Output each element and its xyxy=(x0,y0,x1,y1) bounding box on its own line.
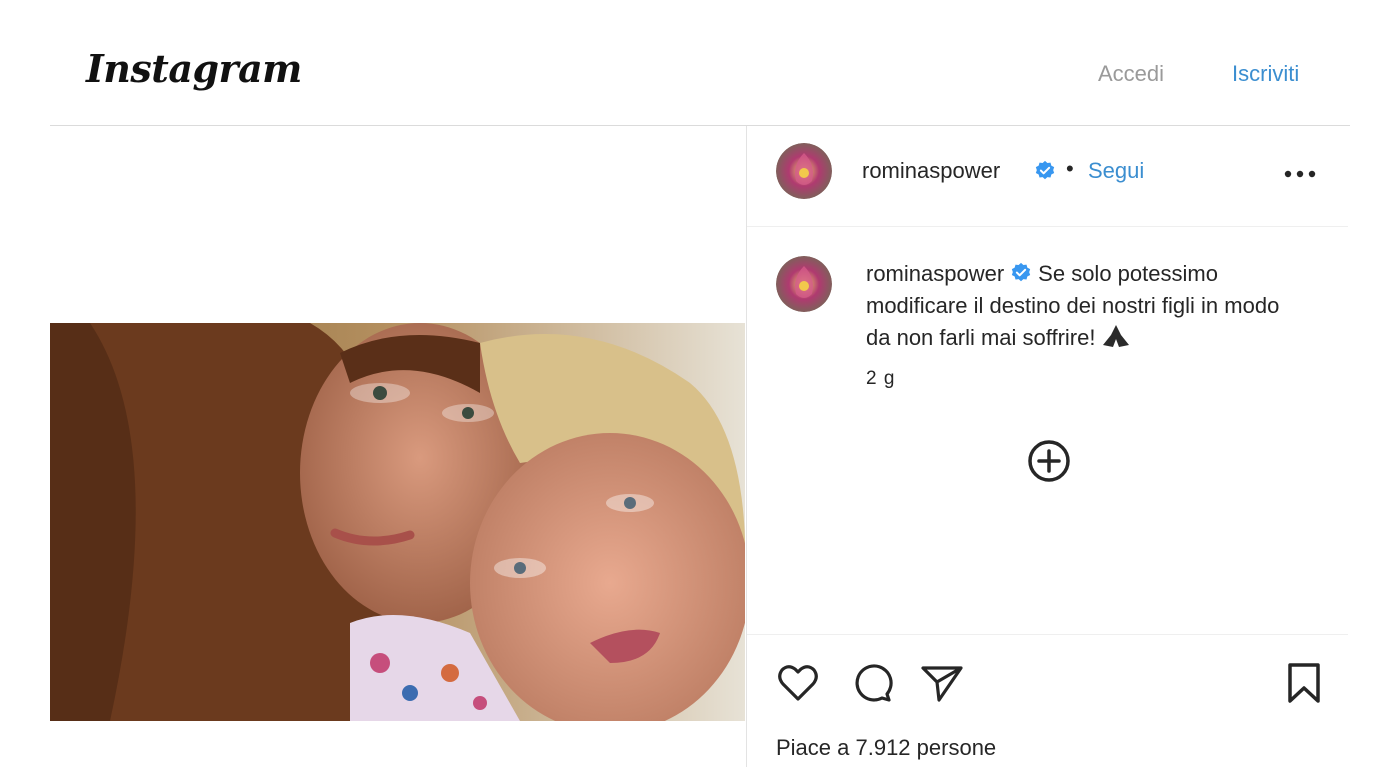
comment-icon[interactable] xyxy=(849,660,895,706)
caption-username[interactable]: rominaspower xyxy=(866,261,1004,286)
more-options-icon[interactable] xyxy=(1284,170,1316,178)
post-header-divider xyxy=(747,226,1348,227)
share-icon[interactable] xyxy=(919,660,965,706)
panel-divider xyxy=(746,126,747,767)
verified-badge-icon xyxy=(1035,160,1055,180)
header-divider xyxy=(50,125,1350,126)
praying-hands-emoji-icon xyxy=(1103,325,1130,347)
likes-count[interactable]: Piace a 7.912 persone xyxy=(776,735,996,761)
login-link[interactable]: Accedi xyxy=(1098,61,1164,87)
actions-divider xyxy=(747,634,1348,635)
post-image[interactable] xyxy=(50,323,745,721)
instagram-logo[interactable]: Instagram xyxy=(86,46,302,91)
profile-avatar[interactable] xyxy=(776,143,832,199)
follow-button[interactable]: Segui xyxy=(1088,158,1144,184)
heart-icon[interactable] xyxy=(775,660,821,706)
separator-dot: • xyxy=(1066,156,1074,181)
post-caption: rominaspower Se solo potessimo modificar… xyxy=(866,258,1306,354)
bookmark-icon[interactable] xyxy=(1281,660,1327,706)
plus-circle-icon[interactable] xyxy=(1026,438,1072,484)
verified-badge-icon xyxy=(1012,262,1031,282)
caption-avatar[interactable] xyxy=(776,256,832,312)
signup-link[interactable]: Iscriviti xyxy=(1232,61,1299,87)
post-age: 2 g xyxy=(866,368,896,389)
post-author-username[interactable]: rominaspower xyxy=(862,158,1000,184)
